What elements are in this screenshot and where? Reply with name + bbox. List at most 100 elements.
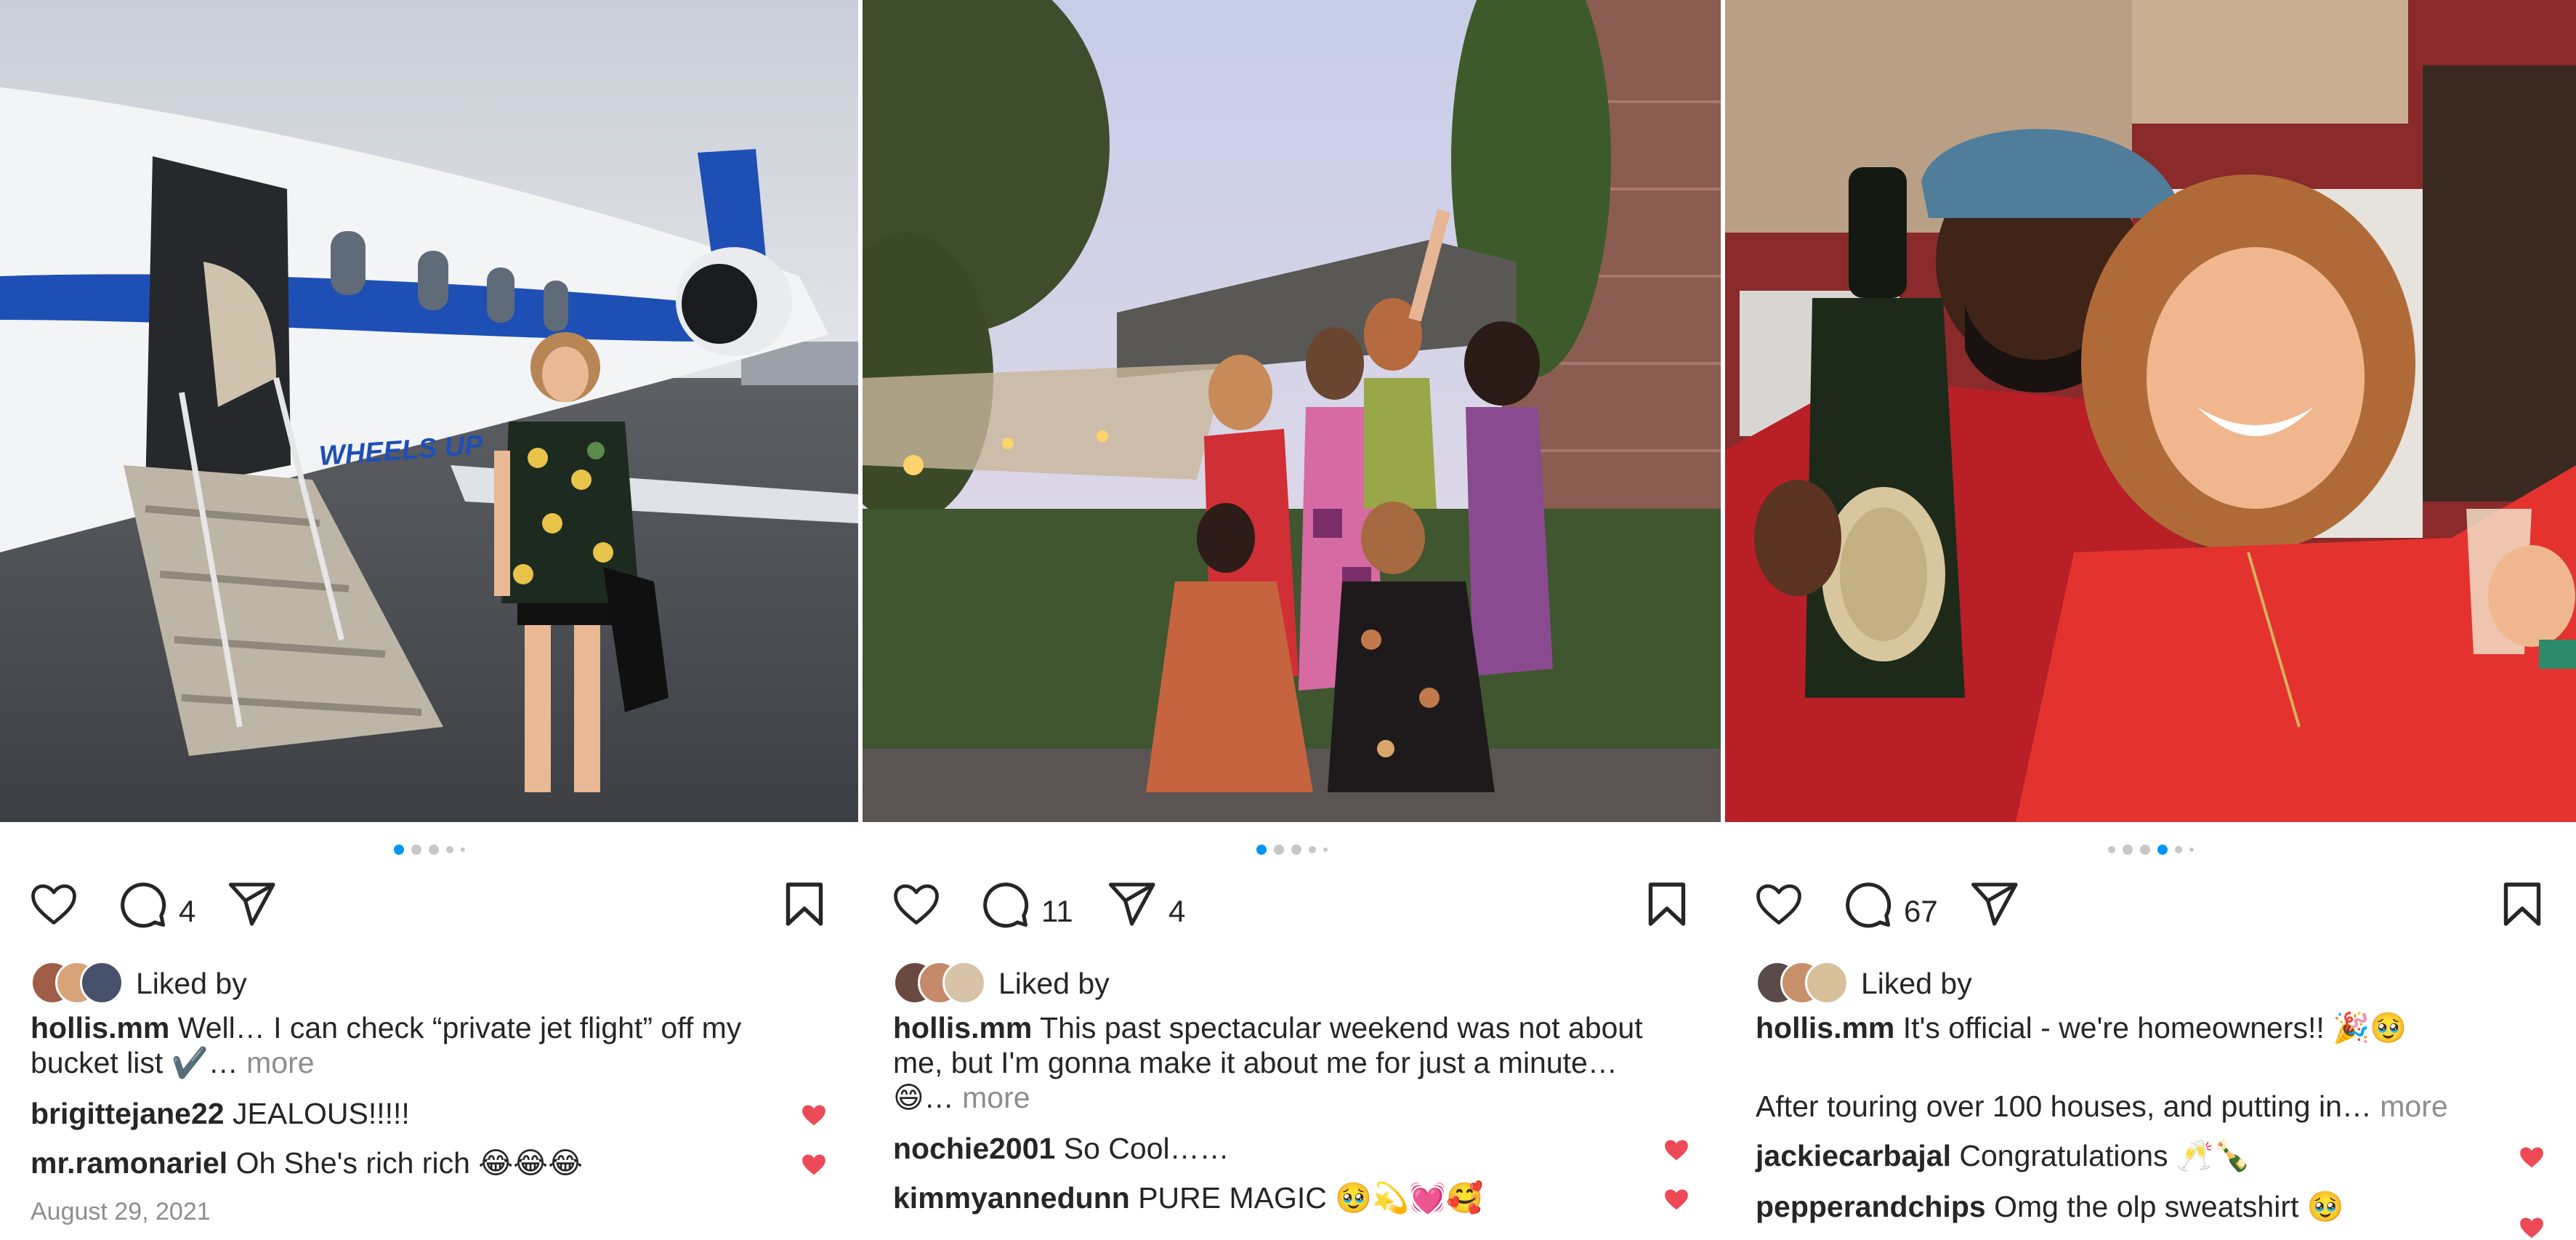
- like-button[interactable]: [1753, 878, 1805, 930]
- comment-username[interactable]: kimmyannedunn: [893, 1181, 1130, 1215]
- comment-text: PURE MAGIC 🥹💫💓🥰: [1138, 1181, 1484, 1215]
- share-button[interactable]: [1105, 878, 1158, 930]
- carousel-dot: [2107, 845, 2115, 853]
- heart-filled-icon: [2520, 1147, 2543, 1168]
- save-button[interactable]: [1641, 878, 1693, 930]
- caption-more-link[interactable]: more: [2380, 1090, 2447, 1123]
- comment-button[interactable]: [1841, 878, 1894, 930]
- carousel-dot: [1256, 844, 1267, 855]
- save-button[interactable]: [2496, 878, 2548, 930]
- carousel-dot: [2122, 844, 2133, 855]
- liker-avatars: [1756, 961, 1850, 1005]
- post-photo[interactable]: [863, 0, 1721, 822]
- like-button[interactable]: [890, 878, 942, 930]
- comment-text: Omg the olp sweatshirt 🥹: [1994, 1190, 2344, 1223]
- carousel-dot: [2189, 847, 2194, 852]
- carousel-dot: [1273, 844, 1284, 855]
- action-bar: 4: [28, 878, 831, 943]
- comment-username[interactable]: jackiecarbajal: [1756, 1139, 1951, 1172]
- comment-row: nochie2001 So Cool……: [893, 1131, 1677, 1166]
- comment-like-button[interactable]: [800, 1151, 828, 1182]
- post-photo[interactable]: WHEELS UP: [0, 0, 858, 822]
- caption-username[interactable]: hollis.mm: [31, 1011, 169, 1044]
- comment-like-button[interactable]: [1663, 1185, 1690, 1217]
- heart-outline-icon: [894, 884, 939, 925]
- caption-username[interactable]: hollis.mm: [1756, 1011, 1894, 1044]
- caption-username[interactable]: hollis.mm: [893, 1011, 1032, 1044]
- carousel-dot: [1323, 847, 1328, 852]
- heart-filled-icon: [1665, 1189, 1688, 1210]
- caption-more-link[interactable]: more: [246, 1046, 314, 1079]
- comment-row: pepperandchips Omg the olp sweatshirt 🥹: [1756, 1189, 2532, 1224]
- comment-text: Congratulations 🥂🍾: [1959, 1139, 2251, 1172]
- comment-username[interactable]: nochie2001: [893, 1132, 1055, 1165]
- avatar: [80, 961, 124, 1005]
- carousel-dots: [0, 843, 858, 858]
- avatar: [1805, 961, 1849, 1005]
- comment-like-button[interactable]: [800, 1101, 828, 1132]
- bookmark-icon: [786, 882, 823, 926]
- comment-like-button[interactable]: [2518, 1214, 2545, 1240]
- bookmark-icon: [2503, 882, 2541, 926]
- comment-row: kimmyannedunn PURE MAGIC 🥹💫💓🥰: [893, 1180, 1677, 1215]
- share-button[interactable]: [225, 878, 278, 930]
- comment-button[interactable]: [979, 878, 1031, 930]
- carousel-dot: [411, 844, 421, 855]
- heart-outline-icon: [31, 884, 76, 925]
- comment-row: mr.ramonariel Oh She's rich rich 😂😂😂: [31, 1146, 815, 1180]
- comment-username[interactable]: mr.ramonariel: [31, 1146, 227, 1180]
- comment-count: 4: [179, 894, 196, 928]
- comment-count: 11: [1041, 894, 1073, 928]
- bookmark-icon: [1648, 882, 1686, 926]
- comment-count: 67: [1904, 894, 1938, 928]
- action-bar: 11 4: [890, 878, 1693, 943]
- caption-text: It's official - we're homeowners!! 🎉🥹: [1902, 1011, 2407, 1044]
- carousel-dots: [1725, 843, 2576, 858]
- paper-plane-icon: [1108, 882, 1155, 926]
- liked-by-text: Liked by: [998, 967, 1110, 1000]
- share-button[interactable]: [1968, 878, 2020, 930]
- post-date: August 29, 2021: [31, 1198, 211, 1225]
- carousel-dot: [1291, 844, 1301, 855]
- comment-bubble-icon: [983, 882, 1029, 928]
- heart-filled-icon: [2520, 1217, 2543, 1239]
- heart-filled-icon: [1665, 1140, 1688, 1161]
- carousel-dot: [460, 847, 465, 852]
- comment-like-button[interactable]: [2518, 1143, 2545, 1175]
- liker-avatars: [893, 961, 988, 1005]
- post-card: 11 4 Liked by hollis.mm This past specta…: [863, 0, 1721, 1240]
- heart-filled-icon: [802, 1154, 825, 1175]
- post-caption: hollis.mm Well… I can check “private jet…: [31, 1010, 815, 1080]
- share-count: 4: [1168, 894, 1186, 928]
- liked-by-text: Liked by: [1861, 967, 1972, 1000]
- save-button[interactable]: [778, 878, 831, 930]
- avatar: [942, 961, 986, 1005]
- comment-bubble-icon: [121, 882, 166, 928]
- heart-outline-icon: [1756, 884, 1801, 925]
- post-caption: hollis.mm This past spectacular weekend …: [893, 1010, 1677, 1115]
- heart-filled-icon: [802, 1105, 825, 1126]
- carousel-dot: [393, 844, 404, 855]
- comment-row: jackiecarbajal Congratulations 🥂🍾: [1756, 1138, 2532, 1173]
- comment-username[interactable]: brigittejane22: [31, 1097, 225, 1130]
- carousel-dot: [2174, 845, 2182, 853]
- paper-plane-icon: [228, 882, 275, 926]
- carousel-dot: [2139, 844, 2150, 855]
- comment-like-button[interactable]: [1663, 1136, 1690, 1167]
- post-caption-continued: After touring over 100 houses, and putti…: [1756, 1089, 2532, 1124]
- caption-more-link[interactable]: more: [962, 1081, 1030, 1114]
- comment-text: JEALOUS!!!!!: [233, 1097, 410, 1130]
- carousel-dots: [863, 843, 1721, 858]
- liked-by-text: Liked by: [136, 967, 247, 1000]
- comment-button[interactable]: [116, 878, 169, 930]
- action-bar: 67: [1753, 878, 2548, 943]
- carousel-dot: [428, 844, 439, 855]
- comment-text: So Cool……: [1063, 1132, 1230, 1165]
- liker-avatars: [31, 961, 125, 1005]
- carousel-dot: [1308, 845, 1316, 853]
- like-button[interactable]: [28, 878, 80, 930]
- comment-username[interactable]: pepperandchips: [1756, 1190, 1986, 1223]
- post-card: WHEELS UP 4 Liked by hollis.mm Well… I c…: [0, 0, 858, 1240]
- comment-row: brigittejane22 JEALOUS!!!!!: [31, 1096, 815, 1131]
- post-photo[interactable]: [1725, 0, 2576, 822]
